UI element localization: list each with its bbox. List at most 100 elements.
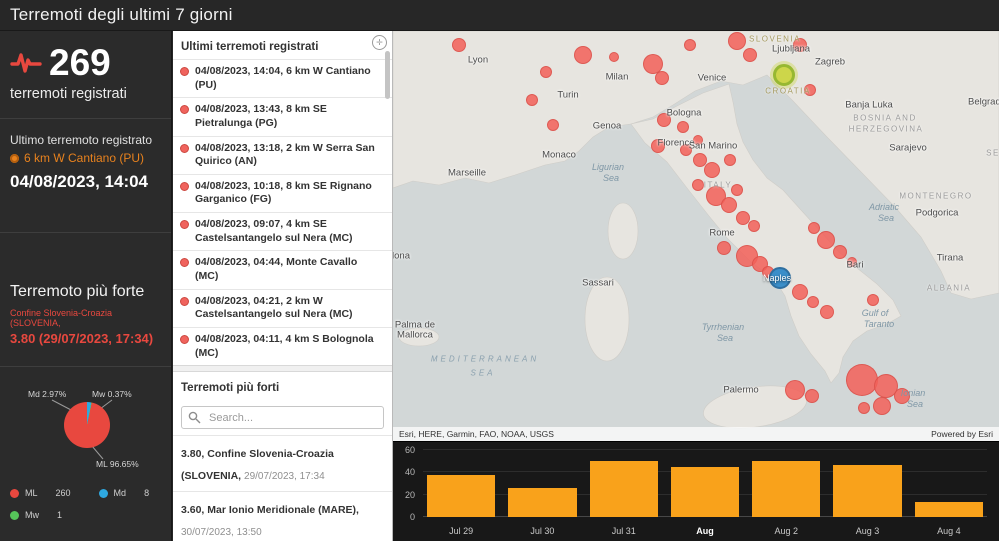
earthquake-dot-icon [180,143,189,153]
earthquake-marker-red[interactable] [651,139,665,153]
magnitude-pie-section: Md 2.97% Mw 0.37% ML 96.65% [0,366,171,478]
earthquake-marker-red[interactable] [785,380,805,400]
earthquake-marker-red[interactable] [748,220,760,232]
epicenter-icon [10,153,19,163]
chart-bar[interactable] [914,502,983,517]
earthquake-marker-red[interactable] [452,38,466,52]
earthquake-marker-red[interactable] [547,119,559,131]
earthquake-marker-red[interactable] [526,94,538,106]
earthquake-text: 04/08/2023, 14:04, 6 km W Cantiano (PU) [195,65,371,91]
earthquake-date-text: 30/07/2023, 13:50 [181,527,262,539]
earthquake-marker-red[interactable] [728,32,746,50]
chart-ytick: 40 [404,467,415,478]
chart-ytick: 60 [404,445,415,455]
legend-label: ML [25,488,38,498]
earthquake-dot-icon [180,181,189,191]
latest-earthquake-row[interactable]: 04/08/2023, 04:44, Monte Cavallo (MC) [173,250,392,288]
search-input[interactable] [207,410,377,425]
chart-bar[interactable] [427,474,496,517]
move-widget-icon[interactable]: ✛ [372,35,387,50]
chart-xtick: Jul 31 [611,526,636,536]
chart-bar[interactable] [508,487,577,517]
earthquake-marker-red[interactable] [684,39,696,51]
earthquake-marker-red[interactable] [731,184,743,196]
latest-earthquake-row[interactable]: 04/08/2023, 13:18, 2 km W Serra San Quir… [173,135,392,174]
earthquake-marker-red[interactable] [693,135,703,145]
earthquake-marker-red[interactable] [680,144,692,156]
earthquake-marker-red[interactable] [677,121,689,133]
earthquake-marker-red[interactable] [807,296,819,308]
magnitude-pie-chart[interactable] [64,402,110,448]
earthquake-text: 04/08/2023, 04:21, 2 km W Castelsantange… [195,294,353,321]
earthquake-marker-red[interactable] [743,48,757,62]
earthquake-marker-red[interactable] [820,305,834,319]
latest-earthquake-row[interactable]: 04/08/2023, 09:07, 4 km SE Castelsantang… [173,212,392,250]
earthquake-marker-red[interactable] [704,162,720,178]
earthquake-marker-green[interactable] [773,64,795,86]
earthquake-marker-red[interactable] [846,364,878,396]
attribution-text: Esri, HERE, Garmin, FAO, NOAA, USGS [399,429,554,439]
search-box [181,406,384,430]
latest-list-title: Ultimi terremoti registrati [181,41,319,53]
chart-xlabels: Jul 29 Jul 30 Jul 31 Aug Aug 2 Aug 3 Aug 4 [423,526,987,536]
earthquake-marker-red[interactable] [692,179,704,191]
latest-earthquake-row[interactable]: 04/08/2023, 04:21, 2 km W Castelsantange… [173,288,392,327]
total-count-label: terremoti registrati [10,86,127,102]
earthquake-marker-red[interactable] [847,257,857,267]
strongest-earthquake-section: Terremoto più forte Confine Slovenia-Cro… [0,232,171,366]
earthquake-marker-red[interactable] [721,197,737,213]
scrollbar[interactable] [385,51,390,99]
earthquake-marker-red[interactable] [867,294,879,306]
chart-yaxis: 0 20 40 60 [393,445,419,522]
earthquake-marker-red[interactable] [858,402,870,414]
earthquake-marker-red[interactable] [873,397,891,415]
legend-item-md[interactable]: Md 8 [98,488,149,498]
legend-item-mw[interactable]: Mw 1 [10,510,62,520]
strongest-earthquake-row[interactable]: 3.60, Mar Ionio Meridionale (MARE), 30/0… [173,491,392,541]
earthquake-marker-red[interactable] [805,389,819,403]
earthquake-dot-icon [180,334,189,344]
chart-bar[interactable] [833,464,902,517]
earthquake-marker-red[interactable] [540,66,552,78]
earthquake-marker-red[interactable] [657,113,671,127]
chart-xtick: Jul 30 [530,526,555,536]
earthquake-marker-red[interactable] [817,231,835,249]
md-dot-icon [98,488,108,498]
chart-bars [423,450,987,517]
latest-earthquake-row[interactable]: 04/08/2023, 10:18, 8 km SE Rignano Garga… [173,173,392,212]
earthquake-marker-blue[interactable] [769,267,791,289]
chart-xtick: Jul 29 [449,526,474,536]
earthquake-marker-red[interactable] [804,84,816,96]
earthquake-marker-red[interactable] [655,71,669,85]
strongest-earthquake-row[interactable]: 3.80, Confine Slovenia-Croazia (SLOVENIA… [173,435,392,491]
earthquake-marker-red[interactable] [574,46,592,64]
chart-bar[interactable] [752,461,821,517]
earthquake-marker-red[interactable] [808,222,820,234]
panel-separator [173,365,392,373]
strongest-heading: Terremoto più forte [10,283,145,300]
lists-panel: Ultimi terremoti registrati ✛ 04/08/2023… [173,31,393,541]
legend-count: 260 [55,488,71,498]
map[interactable]: Lyon Turin Milan Venice SLOVENIA Ljubljana Zag… [393,31,999,441]
legend-count: 1 [57,510,63,520]
legend-item-ml[interactable]: ML 260 [10,488,71,498]
powered-by-esri: Powered by Esri [931,429,993,439]
dashboard: Terremoti degli ultimi 7 giorni 269 terr… [0,0,999,541]
earthquake-dot-icon [180,67,189,76]
earthquake-marker-red[interactable] [833,245,847,259]
latest-earthquake-row[interactable]: 04/08/2023, 13:43, 8 km SE Pietralunga (… [173,97,392,135]
earthquake-marker-red[interactable] [724,154,736,166]
earthquake-marker-red[interactable] [793,38,807,52]
latest-earthquake-row[interactable]: 04/08/2023, 04:11, 4 km S Bolognola (MC) [173,326,392,365]
earthquake-marker-red[interactable] [609,52,619,62]
earthquake-marker-red[interactable] [894,388,910,404]
latest-earthquake-row[interactable]: 04/08/2023, 14:04, 6 km W Cantiano (PU) [173,59,392,97]
earthquake-date-text: 29/07/2023, 17:34 [244,470,325,482]
earthquake-marker-red[interactable] [717,241,731,255]
chart-bar[interactable] [670,466,740,517]
chart-bar[interactable] [589,461,658,517]
earthquake-text: 04/08/2023, 04:11, 4 km S Bolognola (MC) [195,332,374,359]
earthquake-marker-red[interactable] [792,284,808,300]
earthquake-dot-icon [180,105,189,115]
earthquakes-per-day-chart: 0 20 40 60 Jul 29 Jul 30 Jul 31 Aug Aug 2 Aug 3 A… [393,441,999,541]
